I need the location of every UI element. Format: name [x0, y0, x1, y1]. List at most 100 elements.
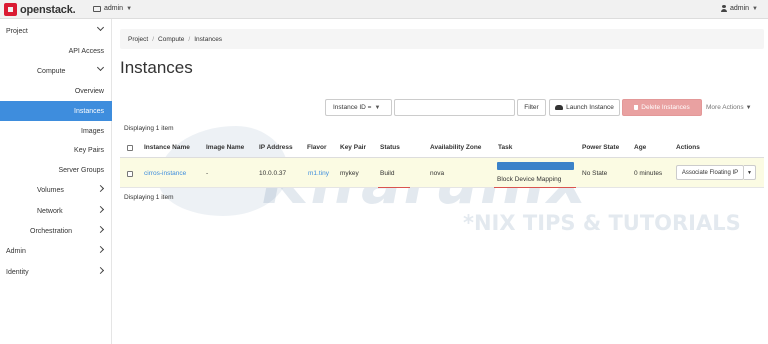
breadcrumb-compute[interactable]: Compute — [158, 36, 184, 43]
sidebar-item-volumes[interactable]: Volumes — [0, 180, 112, 200]
column-task[interactable]: Task — [498, 144, 512, 151]
sidebar-item-compute[interactable]: Compute — [0, 61, 112, 81]
table-row: cirros-instance - 10.0.0.37 m1.tiny myke… — [120, 158, 764, 188]
sidebar-item-label: Identity — [6, 268, 29, 276]
chevron-right-icon — [96, 184, 105, 193]
chevron-right-icon — [96, 266, 105, 275]
sidebar-item-label: Key Pairs — [74, 146, 104, 154]
flavor-link[interactable]: m1.tiny — [308, 170, 329, 177]
project-name: admin — [104, 5, 124, 12]
select-all-checkbox[interactable] — [127, 145, 133, 151]
caret-down-icon: ▼ — [126, 5, 133, 12]
power-state-cell: No State — [582, 170, 608, 177]
breadcrumb-project[interactable]: Project — [128, 36, 148, 43]
sidebar-item-project[interactable]: Project — [0, 21, 112, 41]
sidebar-item-label: API Access — [68, 47, 104, 55]
sidebar-item-label: Volumes — [37, 186, 64, 194]
sidebar-item-orchestration[interactable]: Orchestration — [0, 221, 112, 241]
sidebar: Project API Access Compute Overview Inst… — [0, 19, 112, 344]
user-name: admin — [729, 5, 750, 12]
sidebar-item-images[interactable]: Images — [0, 121, 112, 141]
task-cell: Block Device Mapping — [497, 176, 562, 183]
sidebar-item-label: Images — [81, 127, 104, 135]
sidebar-item-label: Orchestration — [30, 227, 73, 235]
cloud-upload-icon — [555, 105, 564, 110]
displaying-count-bottom: Displaying 1 item — [124, 194, 174, 201]
more-actions-button[interactable]: More Actions ▼ — [706, 99, 758, 116]
row-checkbox[interactable] — [127, 171, 133, 177]
chevron-right-icon — [96, 245, 105, 254]
chevron-right-icon — [96, 225, 105, 234]
page-title: Instances — [120, 58, 193, 77]
caret-down-icon: ▼ — [752, 5, 758, 12]
sidebar-item-label: Overview — [74, 87, 104, 95]
task-underline — [494, 187, 576, 188]
filter-button[interactable]: Filter — [517, 99, 546, 116]
image-name-cell: - — [206, 170, 209, 177]
sidebar-item-server-groups[interactable]: Server Groups — [0, 160, 112, 180]
brand-name: openstack. — [20, 3, 76, 16]
user-menu[interactable]: admin ▼ — [720, 5, 758, 12]
breadcrumb: Project / Compute / Instances — [120, 29, 764, 49]
status-cell: Build — [380, 170, 395, 177]
age-cell: 0 minutes — [634, 170, 663, 177]
sidebar-item-instances[interactable]: Instances — [0, 101, 112, 121]
column-power-state[interactable]: Power State — [582, 144, 619, 151]
column-instance-name[interactable]: Instance Name — [144, 144, 190, 151]
sidebar-item-label: Compute — [37, 67, 66, 75]
caret-down-icon: ▼ — [745, 104, 752, 111]
key-pair-cell: mykey — [340, 170, 359, 177]
column-key-pair[interactable]: Key Pair — [340, 144, 366, 151]
watermark-tagline: *NIX TIPS & TUTORIALS — [463, 211, 741, 235]
launch-instance-label: Launch Instance — [566, 104, 614, 111]
sidebar-item-overview[interactable]: Overview — [0, 81, 112, 101]
sidebar-item-identity[interactable]: Identity — [0, 262, 112, 282]
sidebar-item-label: Network — [37, 207, 63, 215]
caret-down-icon: ▼ — [747, 169, 752, 176]
sidebar-item-label: Admin — [6, 247, 26, 255]
top-navbar: openstack. admin ▼ admin ▼ — [0, 0, 768, 19]
breadcrumb-separator: / — [152, 35, 155, 43]
column-age[interactable]: Age — [634, 144, 646, 151]
instance-name-link[interactable]: cirros-instance — [144, 170, 186, 177]
row-actions-dropdown[interactable]: ▼ — [744, 165, 756, 180]
sidebar-item-key-pairs[interactable]: Key Pairs — [0, 140, 112, 160]
project-icon — [93, 5, 101, 12]
sidebar-item-label: Instances — [74, 107, 104, 115]
delete-instances-label: Delete Instances — [641, 104, 690, 111]
more-actions-label: More Actions — [706, 104, 744, 111]
launch-instance-button[interactable]: Launch Instance — [549, 99, 620, 116]
column-image-name[interactable]: Image Name — [206, 144, 244, 151]
filter-field-label: Instance ID = — [333, 104, 372, 111]
filter-input[interactable] — [394, 99, 515, 116]
status-underline — [378, 187, 410, 188]
delete-instances-button[interactable]: Delete Instances — [622, 99, 702, 116]
column-availability-zone[interactable]: Availability Zone — [430, 144, 481, 151]
sidebar-item-admin[interactable]: Admin — [0, 241, 112, 261]
trash-icon — [634, 105, 639, 110]
displaying-count-top: Displaying 1 item — [124, 125, 174, 132]
column-flavor[interactable]: Flavor — [307, 144, 327, 151]
caret-down-icon: ▼ — [374, 104, 381, 111]
chevron-down-icon — [96, 63, 105, 72]
column-actions: Actions — [676, 144, 700, 151]
sidebar-item-network[interactable]: Network — [0, 201, 112, 221]
sidebar-item-label: Project — [6, 27, 28, 35]
openstack-logo[interactable]: openstack. — [4, 3, 76, 16]
sidebar-item-api-access[interactable]: API Access — [0, 41, 112, 61]
chevron-down-icon — [96, 23, 105, 32]
openstack-logo-icon — [4, 3, 17, 16]
associate-floating-ip-button[interactable]: Associate Floating IP — [676, 165, 744, 180]
filter-field-select[interactable]: Instance ID = ▼ — [325, 99, 392, 116]
ip-address-cell: 10.0.0.37 — [259, 170, 287, 177]
task-progress-bar — [497, 162, 574, 170]
project-switcher[interactable]: admin ▼ — [93, 5, 132, 12]
column-ip-address[interactable]: IP Address — [259, 144, 293, 151]
column-status[interactable]: Status — [380, 144, 400, 151]
sidebar-item-label: Server Groups — [58, 166, 104, 174]
breadcrumb-separator: / — [188, 35, 191, 43]
table-header: Instance Name Image Name IP Address Flav… — [120, 138, 764, 158]
availability-zone-cell: nova — [430, 170, 445, 177]
chevron-right-icon — [96, 205, 105, 214]
breadcrumb-current: Instances — [194, 35, 223, 43]
